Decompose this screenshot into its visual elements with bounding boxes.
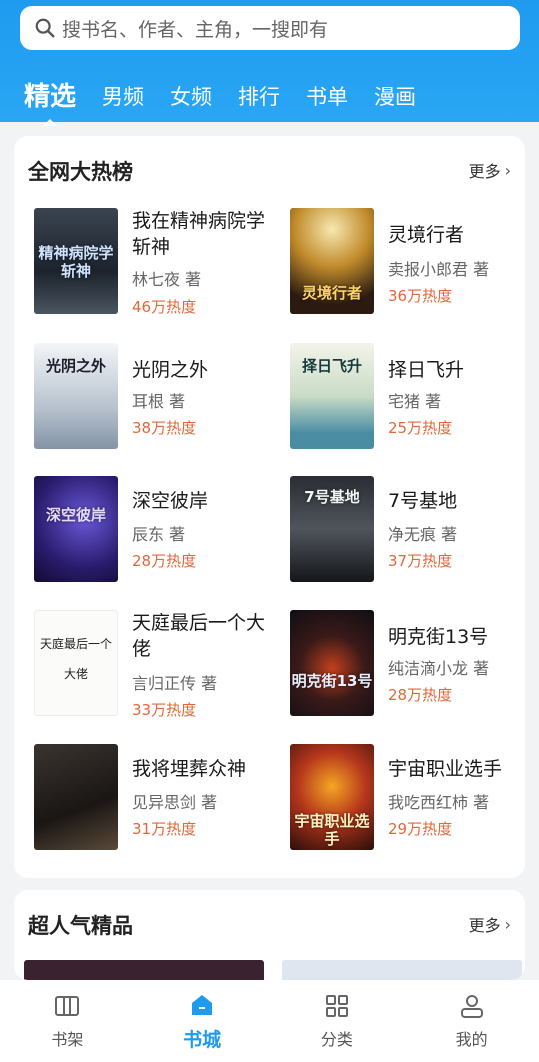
book-author: 耳根 著 [132,392,186,411]
book-author: 宅猪 著 [388,392,442,411]
bottom-nav: 书架 书城 分类 我的 [0,980,539,1062]
book-item[interactable]: 择日飞升 择日飞升 宅猪 著 25万热度 [290,343,530,451]
more-label: 更多 [468,162,501,181]
book-cover[interactable] [282,960,522,980]
more-link[interactable]: 更多 › [469,158,511,182]
book-heat: 37万热度 [388,552,453,570]
book-title: 明克街13号 [388,626,489,648]
profile-icon [460,995,483,1018]
book-cover: 精神病院学斩神 [34,208,118,314]
more-link[interactable]: 更多 › [469,912,511,936]
book-title: 择日飞升 [388,359,465,381]
book-heat: 33万热度 [132,701,197,719]
book-title: 我在精神病院学斩神 [132,210,266,258]
cover-title: 天庭最后一个大佬 [39,637,112,681]
section-title: 全网大热榜 [28,160,133,184]
tab-female[interactable]: 女频 [170,78,212,116]
book-author: 卖报小郎君 著 [388,260,490,279]
cover-title: 宇宙职业选手 [294,812,370,848]
nav-category[interactable]: 分类 [270,980,405,1062]
book-heat: 36万热度 [388,287,453,305]
book-title: 灵境行者 [388,224,465,246]
book-cover: 灵境行者 [290,208,374,314]
book-item[interactable]: 我将埋葬众神 见异思剑 著 31万热度 [34,744,274,852]
nav-profile[interactable]: 我的 [404,980,539,1062]
book-heat: 46万热度 [132,298,197,316]
book-cover [34,744,118,850]
book-title: 宇宙职业选手 [388,758,503,780]
book-author: 纯洁滴小龙 著 [388,659,490,678]
top-header: 搜书名、作者、主角，一搜即有 精选 男频 女频 排行 书单 漫画 [0,0,539,126]
tab-ranking[interactable]: 排行 [238,78,280,116]
book-title: 我将埋葬众神 [132,758,247,780]
popular-picks-card: 超人气精品 更多 › [14,890,525,980]
cover-title: 深空彼岸 [45,506,106,524]
nav-bookstore[interactable]: 书城 [135,980,270,1062]
cover-title: 明克街13号 [291,672,373,690]
section-title: 超人气精品 [28,914,133,938]
book-title: 深空彼岸 [132,490,209,512]
book-author: 我吃西红柿 著 [388,793,490,812]
bookstore-home-icon [192,994,213,1015]
nav-label: 分类 [320,1030,353,1049]
book-author: 见异思剑 著 [132,793,218,812]
cover-title: 精神病院学斩神 [38,244,114,280]
nav-bookshelf[interactable]: 书架 [0,980,135,1062]
book-cover: 择日飞升 [290,343,374,449]
category-tabs: 精选 男频 女频 排行 书单 漫画 [0,68,539,126]
book-item[interactable]: 光阴之外 光阴之外 耳根 著 38万热度 [34,343,274,451]
book-heat: 25万热度 [388,419,453,437]
nav-label: 书城 [183,1028,222,1051]
hot-list-card: 全网大热榜 更多 › 精神病院学斩神 我在精神病院学斩神 林七夜 著 46万热度… [14,136,525,878]
book-heat: 28万热度 [388,686,453,704]
cover-title: 择日飞升 [301,357,362,375]
book-item[interactable]: 深空彼岸 深空彼岸 辰东 著 28万热度 [34,476,274,584]
book-item[interactable]: 宇宙职业选手 宇宙职业选手 我吃西红柿 著 29万热度 [290,744,530,852]
tab-featured[interactable]: 精选 [24,78,76,126]
book-cover: 天庭最后一个大佬 [34,610,118,716]
book-author: 言归正传 著 [132,674,218,693]
book-author: 辰东 著 [132,525,186,544]
book-title: 天庭最后一个大佬 [132,612,266,660]
category-grid-icon [325,995,348,1017]
bookshelf-icon [55,996,80,1016]
book-heat: 29万热度 [388,820,453,838]
cover-title: 光阴之外 [45,357,106,375]
book-author: 林七夜 著 [132,270,202,289]
book-cover[interactable] [24,960,264,980]
cover-title: 7号基地 [304,488,360,506]
book-item[interactable]: 明克街13号 明克街13号 纯洁滴小龙 著 28万热度 [290,610,530,718]
nav-label: 书架 [51,1030,84,1049]
chevron-right-icon: › [504,914,511,934]
book-author: 净无痕 著 [388,525,458,544]
tab-booklist[interactable]: 书单 [306,78,348,116]
book-cover: 7号基地 [290,476,374,582]
book-cover: 深空彼岸 [34,476,118,582]
more-label: 更多 [468,916,501,935]
search-placeholder: 搜书名、作者、主角，一搜即有 [62,18,329,41]
book-cover: 明克街13号 [290,610,374,716]
book-item[interactable]: 精神病院学斩神 我在精神病院学斩神 林七夜 著 46万热度 [34,208,274,316]
tab-male[interactable]: 男频 [102,78,144,116]
book-heat: 38万热度 [132,419,197,437]
book-cover: 光阴之外 [34,343,118,449]
nav-label: 我的 [455,1030,488,1049]
tab-comics[interactable]: 漫画 [374,78,416,116]
book-item[interactable]: 天庭最后一个大佬 天庭最后一个大佬 言归正传 著 33万热度 [34,610,274,719]
book-heat: 28万热度 [132,552,197,570]
book-item[interactable]: 灵境行者 灵境行者 卖报小郎君 著 36万热度 [290,208,530,316]
book-title: 7号基地 [388,490,458,512]
book-heat: 31万热度 [132,820,197,838]
book-title: 光阴之外 [132,359,209,381]
book-cover: 宇宙职业选手 [290,744,374,850]
book-item[interactable]: 7号基地 7号基地 净无痕 著 37万热度 [290,476,530,584]
search-icon [35,18,55,38]
search-bar[interactable]: 搜书名、作者、主角，一搜即有 [20,6,520,50]
chevron-right-icon: › [504,160,511,180]
cover-title: 灵境行者 [301,284,362,302]
